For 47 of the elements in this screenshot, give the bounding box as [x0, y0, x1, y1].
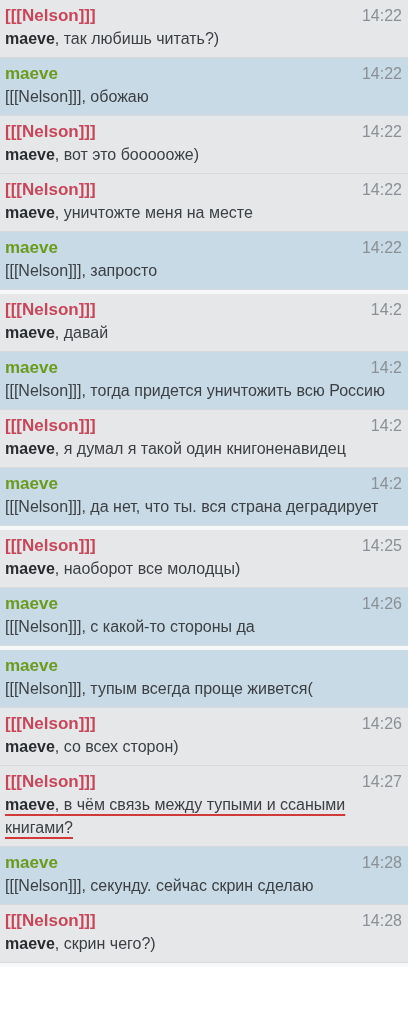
message-time: 14:26	[361, 714, 402, 734]
message-time: 14:22	[361, 6, 402, 26]
message-text: [[[Nelson]]], обожаю	[5, 87, 149, 107]
message-time: 14:28	[361, 853, 402, 873]
message-time: 14:26	[361, 594, 402, 614]
message-text: [[[Nelson]]], тупым всегда проще живется(	[5, 679, 313, 699]
author-name: maeve	[5, 655, 58, 677]
author-name: [[[Nelson]]]	[5, 713, 96, 735]
message-time: 14:28	[361, 911, 402, 931]
message-text: maeve, скрин чего?)	[5, 934, 156, 954]
author-name: maeve	[5, 852, 58, 874]
message-text: maeve, так любишь читать?)	[5, 29, 220, 49]
message-text: [[[Nelson]]], секунду. сейчас скрин сделаю	[5, 876, 314, 896]
message-text: maeve, со всех сторон)	[5, 737, 179, 757]
message-text: maeve, вот это боооооже)	[5, 145, 200, 165]
author-name: maeve	[5, 593, 58, 615]
author-name: [[[Nelson]]]	[5, 299, 96, 321]
message-time: 14:27	[361, 772, 402, 792]
author-name: maeve	[5, 63, 58, 85]
message-time: 14:2	[370, 416, 402, 436]
author-name: [[[Nelson]]]	[5, 5, 96, 27]
message-text: maeve, наоборот все молодцы)	[5, 559, 241, 579]
message-text: [[[Nelson]]], запросто	[5, 261, 158, 281]
message-time: 14:2	[370, 358, 402, 378]
author-name: [[[Nelson]]]	[5, 535, 96, 557]
message-text: maeve, уничтожте меня на месте	[5, 203, 253, 223]
message-text: maeve, в чём связь между тупыми и ссаными книгами?	[5, 795, 347, 838]
author-name: [[[Nelson]]]	[5, 910, 96, 932]
author-name: [[[Nelson]]]	[5, 415, 96, 437]
message-text: [[[Nelson]]], с какой-то стороны да	[5, 617, 255, 637]
message-text: maeve, я думал я такой один книгоненавидец	[5, 439, 346, 459]
message-time: 14:2	[370, 474, 402, 494]
author-name: maeve	[5, 473, 58, 495]
message-time: 14:22	[361, 238, 402, 258]
message-time: 14:22	[361, 122, 402, 142]
author-name: maeve	[5, 357, 58, 379]
author-name: [[[Nelson]]]	[5, 121, 96, 143]
message-time: 14:22	[361, 180, 402, 200]
author-name: [[[Nelson]]]	[5, 771, 96, 793]
message-time: 14:22	[361, 64, 402, 84]
author-name: [[[Nelson]]]	[5, 179, 96, 201]
message-text: maeve, давай	[5, 323, 109, 343]
message-text: [[[Nelson]]], тогда придется уничтожить всю Россию	[5, 381, 385, 401]
message-text: [[[Nelson]]], да нет, что ты. вся страна деградирует	[5, 497, 379, 517]
message-time: 14:2	[370, 300, 402, 320]
author-name: maeve	[5, 237, 58, 259]
message-time: 14:25	[361, 536, 402, 556]
